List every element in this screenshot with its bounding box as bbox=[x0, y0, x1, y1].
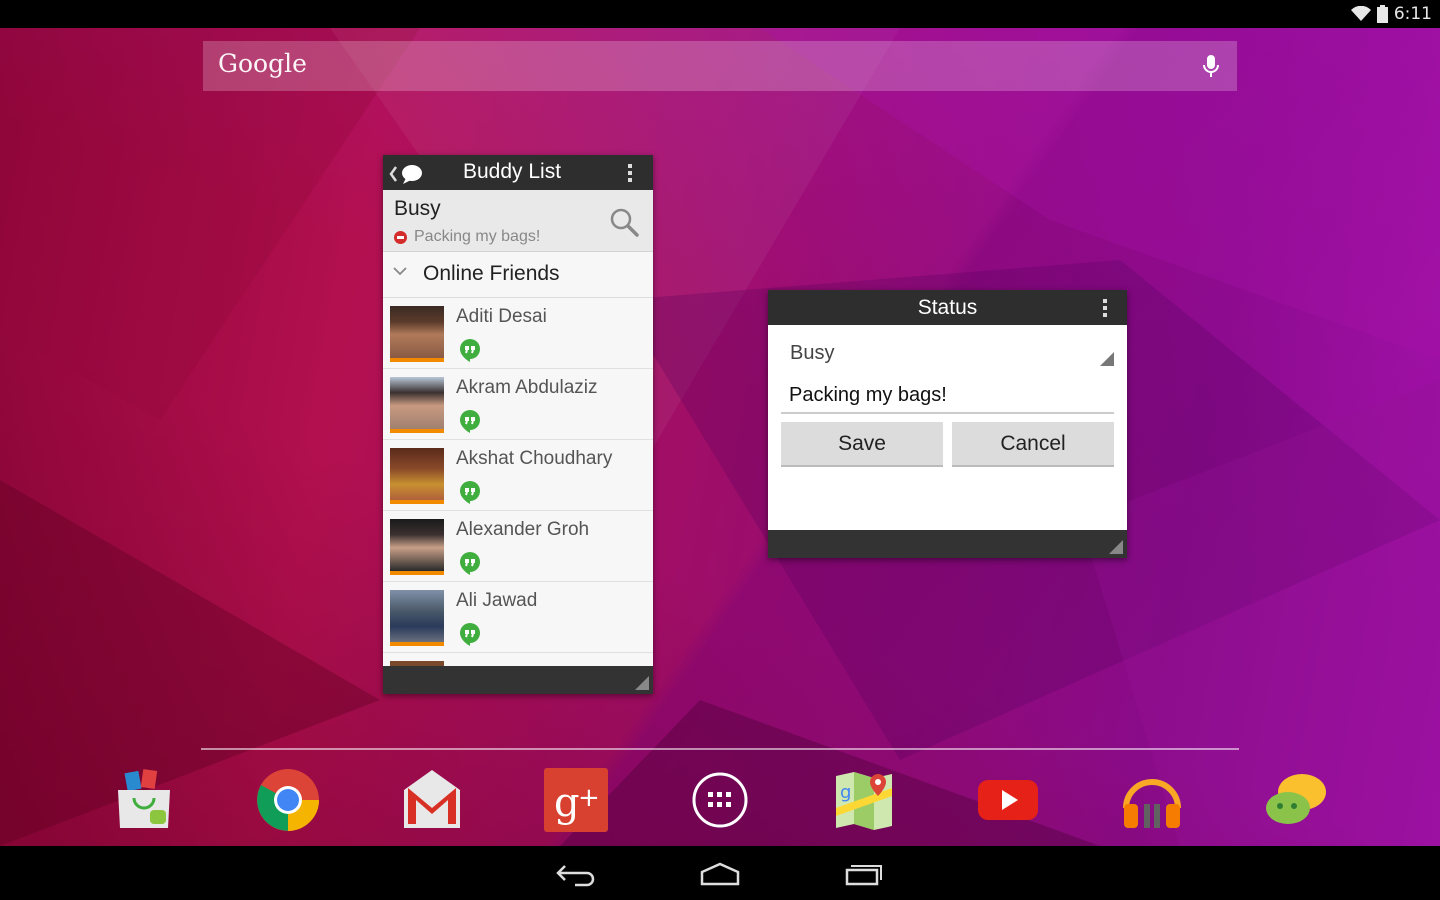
dock-divider bbox=[201, 748, 1239, 750]
resize-handle-icon[interactable] bbox=[1109, 540, 1123, 554]
im-app-icon[interactable] bbox=[1264, 768, 1328, 832]
avatar bbox=[390, 590, 444, 646]
avatar bbox=[390, 377, 444, 433]
recent-apps-icon[interactable] bbox=[843, 858, 885, 888]
my-status-state: Busy bbox=[394, 197, 441, 220]
overflow-menu-icon[interactable] bbox=[627, 164, 633, 182]
friend-list[interactable]: Aditi Desai Akram Abdulaziz Akshat Choud… bbox=[383, 298, 653, 666]
google-plus-icon[interactable]: g + bbox=[544, 768, 608, 832]
friend-name: Aditi Desai bbox=[456, 306, 547, 327]
buddy-list-widget: Buddy List Busy Packing my bags! Online … bbox=[383, 155, 653, 694]
my-status-message: Packing my bags! bbox=[414, 228, 541, 245]
navigation-bar bbox=[0, 846, 1440, 900]
hangouts-icon bbox=[460, 339, 480, 362]
status-message-input[interactable] bbox=[781, 378, 1114, 414]
wifi-icon bbox=[1350, 6, 1371, 21]
friend-row[interactable]: Alexander Groh bbox=[383, 511, 653, 582]
play-store-icon[interactable] bbox=[112, 768, 176, 832]
avatar bbox=[390, 306, 444, 362]
chrome-icon[interactable] bbox=[256, 768, 320, 832]
wallpaper bbox=[0, 28, 1440, 846]
play-music-icon[interactable] bbox=[1120, 768, 1184, 832]
overflow-menu-icon[interactable] bbox=[1102, 299, 1108, 317]
search-icon[interactable] bbox=[609, 207, 639, 237]
back-chat-icon[interactable] bbox=[388, 164, 424, 184]
friend-row-partial[interactable] bbox=[383, 653, 653, 666]
friend-name: Akshat Choudhary bbox=[456, 448, 613, 469]
dropdown-arrow-icon[interactable] bbox=[1100, 352, 1114, 366]
hangouts-icon bbox=[460, 410, 480, 433]
system-status-bar: 6:11 bbox=[0, 0, 1440, 28]
svg-text:g: g bbox=[554, 780, 580, 826]
my-status-row[interactable]: Busy Packing my bags! bbox=[383, 190, 653, 252]
group-online-friends[interactable]: Online Friends bbox=[383, 252, 653, 298]
hangouts-icon bbox=[460, 623, 480, 646]
youtube-icon[interactable] bbox=[976, 768, 1040, 832]
friend-row[interactable]: Aditi Desai bbox=[383, 298, 653, 369]
hangouts-icon bbox=[460, 481, 480, 504]
cancel-button[interactable]: Cancel bbox=[952, 422, 1114, 467]
battery-icon bbox=[1376, 5, 1388, 23]
status-widget-footer bbox=[768, 530, 1127, 558]
avatar bbox=[390, 448, 444, 504]
chevron-down-icon bbox=[393, 267, 407, 276]
google-logo: Google bbox=[218, 49, 307, 78]
status-widget-header: Status bbox=[768, 290, 1127, 325]
friend-name: Akram Abdulaziz bbox=[456, 377, 598, 398]
hangouts-icon bbox=[460, 552, 480, 575]
microphone-icon[interactable] bbox=[1201, 54, 1221, 80]
clock: 6:11 bbox=[1393, 4, 1432, 24]
status-widget-title: Status bbox=[917, 296, 978, 319]
back-icon[interactable] bbox=[555, 858, 597, 888]
buddy-list-title: Buddy List bbox=[463, 160, 562, 183]
save-button[interactable]: Save bbox=[781, 422, 943, 467]
app-drawer-icon[interactable] bbox=[688, 768, 752, 832]
avatar bbox=[390, 519, 444, 575]
status-widget: Status Busy Save Cancel bbox=[768, 290, 1127, 558]
friend-name: Alexander Groh bbox=[456, 519, 590, 540]
friend-row[interactable]: Ali Jawad bbox=[383, 582, 653, 653]
status-select[interactable]: Busy bbox=[790, 342, 834, 365]
friend-row[interactable]: Akshat Choudhary bbox=[383, 440, 653, 511]
buddy-list-header: Buddy List bbox=[383, 155, 653, 190]
google-search-bar[interactable]: Google bbox=[203, 41, 1237, 91]
busy-status-icon bbox=[394, 231, 407, 244]
gmail-icon[interactable] bbox=[400, 768, 464, 832]
group-label: Online Friends bbox=[423, 262, 560, 285]
home-icon[interactable] bbox=[699, 858, 741, 888]
buddy-list-footer bbox=[383, 666, 653, 694]
friend-row[interactable]: Akram Abdulaziz bbox=[383, 369, 653, 440]
friend-name: Ali Jawad bbox=[456, 590, 538, 611]
svg-text:+: + bbox=[578, 783, 600, 813]
svg-text:g: g bbox=[840, 782, 851, 803]
maps-icon[interactable]: g bbox=[832, 768, 896, 832]
resize-handle-icon[interactable] bbox=[635, 676, 649, 690]
